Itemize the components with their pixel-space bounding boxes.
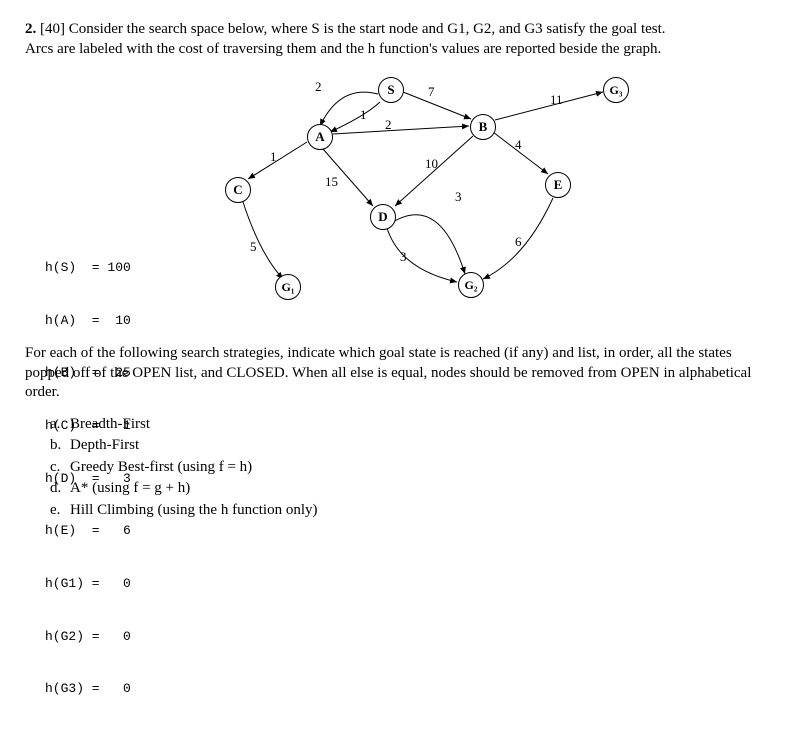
cost-cg1: 5 [250,239,257,256]
cost-sa-2: 2 [315,79,322,96]
subq-c: c.Greedy Best-first (using f = h) [50,458,773,478]
hval-row: h(G1) = 0 [45,575,131,593]
cost-eg2: 6 [515,234,522,251]
hval-row: h(G2) = 0 [45,628,131,646]
node-s: S [378,77,404,103]
instructions-text: For each of the following search strateg… [25,344,773,403]
subq-e: e.Hill Climbing (using the h function on… [50,501,773,521]
hval-row: h(C) = 1 [45,417,131,435]
hval-row: h(A) = 10 [45,312,131,330]
node-g1: G₁ [275,274,301,300]
subq-b: b.Depth-First [50,436,773,456]
question-header: 2. [40] Consider the search space below,… [25,20,773,59]
question-prompt-1: Consider the search space below, where S… [69,21,666,37]
node-g3: G₃ [603,77,629,103]
question-number: 2. [25,21,36,37]
question-points: [40] [40,21,65,37]
cost-sa-1: 1 [360,107,367,124]
subq-d: d.A* (using f = g + h) [50,479,773,499]
node-a: A [307,124,333,150]
cost-bg3: 11 [550,92,563,109]
node-d: D [370,204,396,230]
node-e: E [545,172,571,198]
cost-ab: 2 [385,117,392,134]
graph-edges [165,74,665,334]
search-graph: S A B C D E G₁ G₂ G₃ 2 1 7 2 1 15 10 4 1… [165,74,665,334]
hval-row: h(B) = 25 [45,364,131,382]
hval-row: h(D) = 3 [45,470,131,488]
cost-sb: 7 [428,84,435,101]
node-g2: G₂ [458,272,484,298]
hval-row: h(S) = 100 [45,259,131,277]
hval-row: h(G3) = 0 [45,680,131,698]
subq-a: a.Breadth-First [50,415,773,435]
cost-ac: 1 [270,149,277,166]
question-prompt-2: Arcs are labeled with the cost of traver… [25,41,661,57]
cost-be: 4 [515,137,522,154]
cost-dg2a: 3 [455,189,462,206]
cost-ad: 15 [325,174,338,191]
node-c: C [225,177,251,203]
subquestion-list: a.Breadth-First b.Depth-First c.Greedy B… [50,415,773,521]
hval-row: h(E) = 6 [45,522,131,540]
node-b: B [470,114,496,140]
heuristic-values: h(S) = 100 h(A) = 10 h(B) = 25 h(C) = 1 … [45,224,131,733]
cost-bd: 10 [425,156,438,173]
cost-dg2b: 3 [400,249,407,266]
